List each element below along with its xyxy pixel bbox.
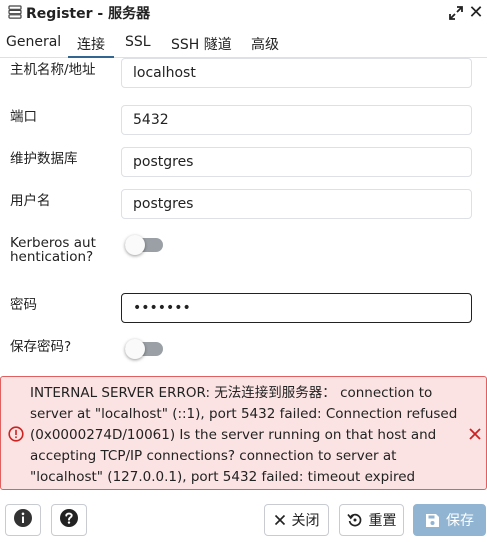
help-icon <box>59 508 79 532</box>
save-button-label: 保存 <box>446 513 474 529</box>
dialog-titlebar: Register - 服务器 ✕ <box>0 0 487 26</box>
error-message: INTERNAL SERVER ERROR: 无法连接到服务器： connect… <box>30 385 458 485</box>
password-label: 密码 <box>10 297 37 313</box>
host-input[interactable]: localhost <box>121 58 472 88</box>
tab-advanced[interactable]: 高级 <box>251 34 279 54</box>
save-password-label: 保存密码? <box>10 339 72 355</box>
kerberos-label: Kerberos authentication? <box>10 235 96 265</box>
error-close-icon[interactable] <box>467 426 483 442</box>
close-button[interactable]: 关闭 <box>264 504 329 536</box>
error-banner: INTERNAL SERVER ERROR: 无法连接到服务器： connect… <box>0 376 487 490</box>
port-label: 端口 <box>10 109 37 125</box>
dialog-footer: 关闭 重置 保存 <box>0 498 487 542</box>
maintenance-db-label: 维护数据库 <box>10 151 78 167</box>
save-password-toggle[interactable] <box>125 339 163 359</box>
close-icon[interactable]: ✕ <box>466 3 486 23</box>
save-button[interactable]: 保存 <box>413 504 486 536</box>
password-input[interactable]: ••••••• <box>121 293 472 323</box>
tab-connection[interactable]: 连接 <box>77 34 105 54</box>
info-icon <box>13 508 33 532</box>
server-icon <box>8 5 22 19</box>
tab-ssh-tunnel[interactable]: SSH 隧道 <box>171 34 232 54</box>
toggle-knob <box>125 339 145 359</box>
kerberos-toggle[interactable] <box>125 235 163 255</box>
close-x-icon <box>274 514 286 526</box>
maintenance-db-input[interactable]: postgres <box>121 147 472 177</box>
reset-icon <box>346 512 363 528</box>
host-label: 主机名称/地址 <box>10 62 96 78</box>
save-icon <box>425 513 440 528</box>
username-label: 用户名 <box>10 193 51 209</box>
dialog-title: Register - 服务器 <box>26 6 151 22</box>
expand-icon[interactable] <box>446 3 466 23</box>
username-input[interactable]: postgres <box>121 189 472 219</box>
close-button-label: 关闭 <box>291 513 320 529</box>
tab-bar: General 连接 SSL SSH 隧道 高级 <box>0 28 487 58</box>
tab-general[interactable]: General <box>6 34 61 50</box>
toggle-knob <box>125 235 145 255</box>
help-button[interactable] <box>51 504 87 536</box>
port-input[interactable]: 5432 <box>121 105 472 135</box>
tab-ssl[interactable]: SSL <box>125 34 151 50</box>
reset-button-label: 重置 <box>368 513 397 529</box>
info-button[interactable] <box>5 504 41 536</box>
error-icon <box>8 426 24 442</box>
reset-button[interactable]: 重置 <box>339 504 404 536</box>
